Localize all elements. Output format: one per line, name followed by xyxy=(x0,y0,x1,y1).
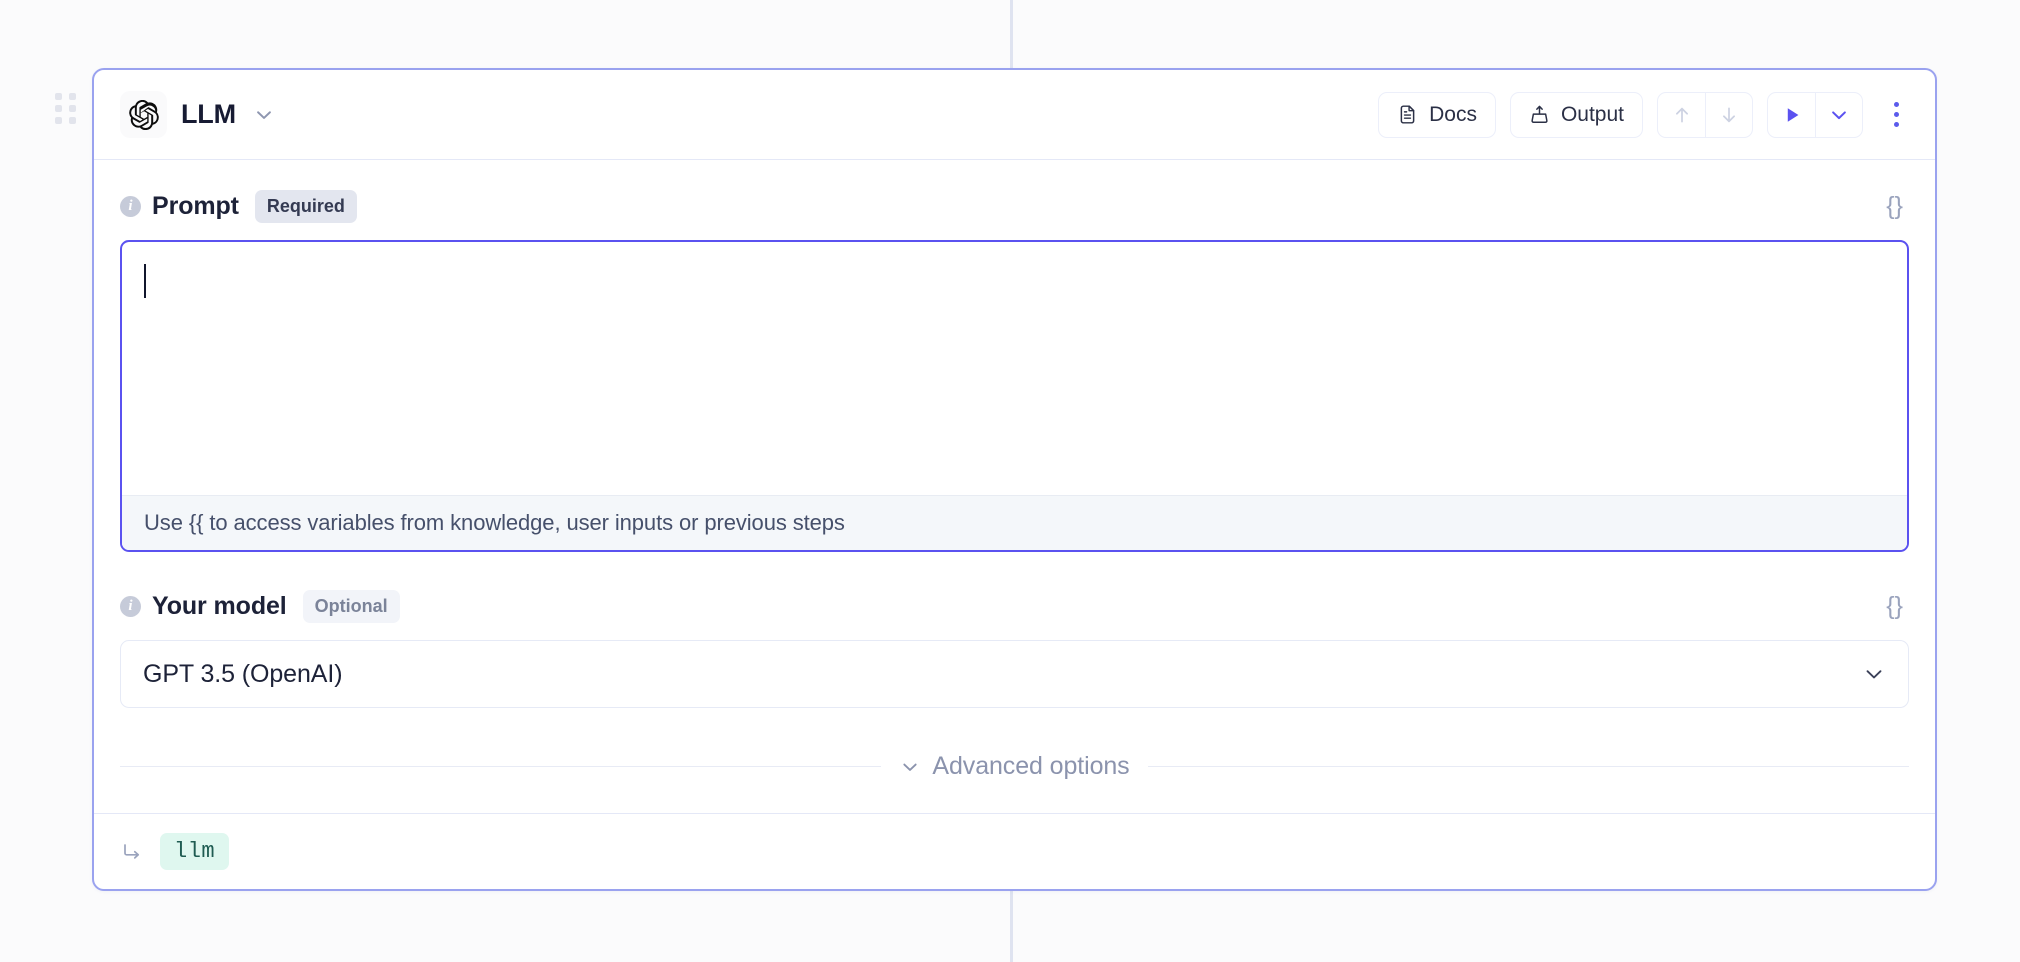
kebab-menu-icon[interactable] xyxy=(1881,92,1911,138)
info-icon[interactable]: i xyxy=(120,195,141,217)
run-options-button[interactable] xyxy=(1815,92,1862,137)
prompt-editor[interactable]: Use {{ to access variables from knowledg… xyxy=(120,240,1909,552)
arrow-turn-down-right-icon xyxy=(120,840,144,864)
move-node-button-group xyxy=(1657,91,1753,138)
prompt-hint-text: Use {{ to access variables from knowledg… xyxy=(122,495,1907,550)
drag-dot xyxy=(55,105,62,112)
move-down-button[interactable] xyxy=(1705,92,1752,137)
advanced-options-row: Advanced options xyxy=(120,752,1909,781)
chevron-down-icon[interactable] xyxy=(1862,662,1886,686)
model-optional-badge: Optional xyxy=(302,589,400,623)
document-icon xyxy=(1397,104,1418,125)
run-button-group xyxy=(1767,91,1863,138)
prompt-field-header: i Prompt Required {} xyxy=(120,186,1909,226)
node-header: LLM Docs Output xyxy=(94,70,1935,160)
output-button-label: Output xyxy=(1560,102,1624,126)
prompt-label: Prompt xyxy=(152,191,239,220)
node-header-actions: Docs Output xyxy=(1378,91,1911,138)
llm-node-card[interactable]: LLM Docs Output i Prompt Required {} Use… xyxy=(92,68,1937,891)
model-field: i Your model Optional {} GPT 3.5 (OpenAI… xyxy=(120,586,1909,708)
advanced-options-toggle[interactable]: Advanced options xyxy=(899,752,1130,781)
node-footer: llm xyxy=(94,813,1935,889)
prompt-input[interactable] xyxy=(122,242,1907,495)
node-body: i Prompt Required {} Use {{ to access va… xyxy=(94,160,1935,813)
info-icon[interactable]: i xyxy=(120,595,141,617)
curly-braces-icon[interactable]: {} xyxy=(1880,590,1909,623)
model-label: Your model xyxy=(152,591,287,620)
model-field-header: i Your model Optional {} xyxy=(120,586,1909,626)
advanced-options-label: Advanced options xyxy=(932,752,1130,780)
chevron-down-icon xyxy=(899,756,921,778)
chevron-down-icon[interactable] xyxy=(250,100,278,130)
page-title: LLM xyxy=(181,99,236,129)
run-button[interactable] xyxy=(1768,93,1815,137)
openai-logo-icon xyxy=(120,91,167,138)
drag-dot xyxy=(69,93,76,100)
flow-connector-top xyxy=(1010,0,1013,68)
docs-button-label: Docs xyxy=(1429,102,1477,126)
divider-left xyxy=(120,765,882,768)
model-select[interactable]: GPT 3.5 (OpenAI) xyxy=(120,640,1909,708)
output-button[interactable]: Output xyxy=(1509,91,1643,138)
node-header-left: LLM xyxy=(120,91,1378,138)
prompt-required-badge: Required xyxy=(254,189,357,223)
kebab-dot xyxy=(1893,102,1899,107)
flow-connector-bottom xyxy=(1010,890,1013,962)
model-select-value: GPT 3.5 (OpenAI) xyxy=(143,659,343,688)
output-variable-chip[interactable]: llm xyxy=(160,833,230,870)
drag-dot xyxy=(55,117,62,124)
kebab-dot xyxy=(1893,112,1899,117)
divider-right xyxy=(1147,765,1909,768)
docs-button[interactable]: Docs xyxy=(1378,91,1496,138)
export-upload-icon xyxy=(1529,104,1550,125)
move-up-button[interactable] xyxy=(1658,93,1705,137)
drag-dot xyxy=(69,105,76,112)
drag-dot xyxy=(55,93,62,100)
kebab-dot xyxy=(1893,122,1899,127)
text-caret xyxy=(144,264,146,298)
drag-dot xyxy=(69,117,76,124)
curly-braces-icon[interactable]: {} xyxy=(1880,190,1909,223)
drag-handle[interactable] xyxy=(55,93,77,124)
